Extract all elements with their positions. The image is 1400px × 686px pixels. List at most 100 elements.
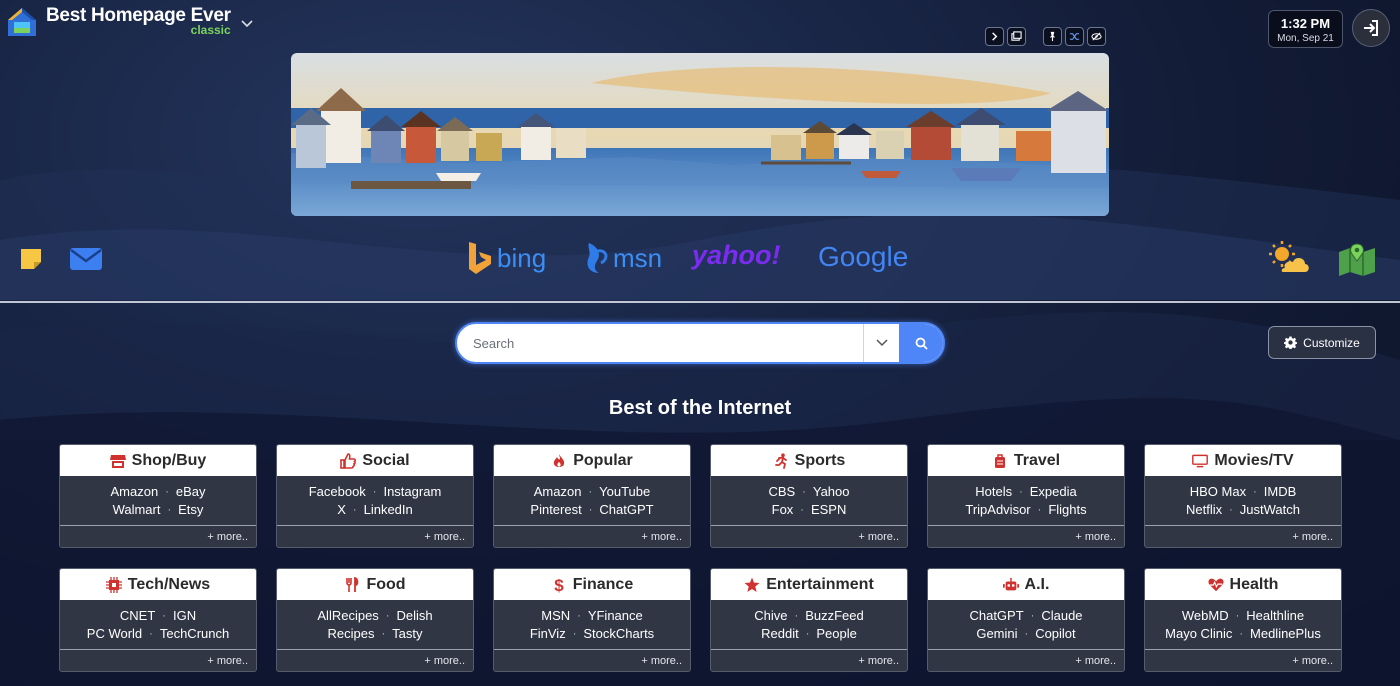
category-header[interactable]: A.I. <box>928 569 1124 600</box>
engine-yahoo[interactable]: yahoo! <box>692 240 781 271</box>
category-header[interactable]: Health <box>1145 569 1341 600</box>
site-link[interactable]: MedlinePlus <box>1250 626 1321 641</box>
engine-bing[interactable]: bing <box>467 241 546 275</box>
site-link[interactable]: HBO Max <box>1190 484 1246 499</box>
site-link[interactable]: Walmart <box>113 502 161 517</box>
search-button[interactable] <box>899 324 943 362</box>
site-link[interactable]: ChatGPT <box>599 502 653 517</box>
site-link[interactable]: Facebook <box>309 484 366 499</box>
site-link[interactable]: Claude <box>1041 608 1082 623</box>
category-header[interactable]: Food <box>277 569 473 600</box>
login-button[interactable] <box>1352 9 1390 47</box>
site-link[interactable]: WebMD <box>1182 608 1229 623</box>
site-link[interactable]: Healthline <box>1246 608 1304 623</box>
site-link[interactable]: FinViz <box>530 626 566 641</box>
link-row: PC World · TechCrunch <box>87 626 229 641</box>
more-link[interactable]: + more.. <box>928 525 1124 547</box>
shuffle-button[interactable] <box>1065 27 1084 46</box>
site-link[interactable]: CNET <box>120 608 155 623</box>
more-link[interactable]: + more.. <box>928 649 1124 671</box>
next-image-button[interactable] <box>985 27 1004 46</box>
site-link[interactable]: TripAdvisor <box>965 502 1030 517</box>
site-link[interactable]: Delish <box>396 608 432 623</box>
notes-button[interactable] <box>17 245 45 273</box>
site-logo[interactable]: Best Homepage Ever classic <box>6 6 253 38</box>
search-engine-dropdown[interactable] <box>863 324 899 362</box>
site-link[interactable]: Etsy <box>178 502 203 517</box>
section-title: Best of the Internet <box>608 397 792 419</box>
site-link[interactable]: IMDB <box>1264 484 1297 499</box>
category-header[interactable]: Sports <box>711 445 907 476</box>
category-header[interactable]: Travel <box>928 445 1124 476</box>
site-link[interactable]: Instagram <box>383 484 441 499</box>
category-header[interactable]: $ Finance <box>494 569 690 600</box>
search-input[interactable] <box>457 324 863 362</box>
site-link[interactable]: MSN <box>541 608 570 623</box>
site-link[interactable]: Expedia <box>1030 484 1077 499</box>
pin-button[interactable] <box>1043 27 1062 46</box>
category-header[interactable]: Social <box>277 445 473 476</box>
site-link[interactable]: Pinterest <box>530 502 581 517</box>
site-link[interactable]: People <box>816 626 856 641</box>
more-link[interactable]: + more.. <box>277 649 473 671</box>
site-link[interactable]: IGN <box>173 608 196 623</box>
more-link[interactable]: + more.. <box>1145 525 1341 547</box>
site-link[interactable]: Amazon <box>110 484 158 499</box>
more-link[interactable]: + more.. <box>711 525 907 547</box>
more-link[interactable]: + more.. <box>60 525 256 547</box>
site-link[interactable]: PC World <box>87 626 142 641</box>
site-link[interactable]: AllRecipes <box>317 608 378 623</box>
site-link[interactable]: Copilot <box>1035 626 1075 641</box>
site-link[interactable]: Chive <box>754 608 787 623</box>
site-link[interactable]: YouTube <box>599 484 650 499</box>
site-link[interactable]: StockCharts <box>583 626 654 641</box>
link-row: Hotels · Expedia <box>975 484 1077 499</box>
mail-button[interactable] <box>68 245 104 273</box>
site-link[interactable]: Yahoo <box>813 484 850 499</box>
site-link[interactable]: Fox <box>772 502 794 517</box>
shuffle-icon <box>1069 33 1080 40</box>
more-link[interactable]: + more.. <box>1145 649 1341 671</box>
category-header[interactable]: Tech/News <box>60 569 256 600</box>
chevron-down-icon[interactable] <box>241 20 253 28</box>
more-link[interactable]: + more.. <box>494 525 690 547</box>
hide-button[interactable] <box>1087 27 1106 46</box>
site-link[interactable]: Netflix <box>1186 502 1222 517</box>
site-link[interactable]: TechCrunch <box>160 626 229 641</box>
category-header[interactable]: Shop/Buy <box>60 445 256 476</box>
category-header[interactable]: Entertainment <box>711 569 907 600</box>
gallery-button[interactable] <box>1007 27 1026 46</box>
site-link[interactable]: LinkedIn <box>364 502 413 517</box>
site-link[interactable]: Tasty <box>392 626 422 641</box>
category-header[interactable]: Movies/TV <box>1145 445 1341 476</box>
site-link[interactable]: Gemini <box>976 626 1017 641</box>
site-link[interactable]: X <box>337 502 346 517</box>
engine-msn[interactable]: msn <box>585 241 662 275</box>
site-link[interactable]: JustWatch <box>1240 502 1300 517</box>
engine-google[interactable]: Google <box>818 241 908 273</box>
category-card-health: Health WebMD · Healthline Mayo Clinic · Medlin… <box>1144 568 1342 672</box>
customize-label: Customize <box>1303 335 1360 350</box>
site-link[interactable]: CBS <box>768 484 795 499</box>
site-link[interactable]: Hotels <box>975 484 1012 499</box>
category-title: Food <box>366 575 406 593</box>
customize-button[interactable]: Customize <box>1268 326 1376 359</box>
site-link[interactable]: Flights <box>1048 502 1086 517</box>
more-link[interactable]: + more.. <box>277 525 473 547</box>
more-link[interactable]: + more.. <box>711 649 907 671</box>
site-link[interactable]: Mayo Clinic <box>1165 626 1232 641</box>
maps-button[interactable] <box>1337 242 1377 276</box>
site-link[interactable]: YFinance <box>588 608 643 623</box>
site-link[interactable]: ChatGPT <box>969 608 1023 623</box>
site-link[interactable]: Recipes <box>328 626 375 641</box>
category-header[interactable]: Popular <box>494 445 690 476</box>
more-link[interactable]: + more.. <box>60 649 256 671</box>
site-link[interactable]: Amazon <box>534 484 582 499</box>
more-link[interactable]: + more.. <box>494 649 690 671</box>
site-link[interactable]: BuzzFeed <box>805 608 864 623</box>
weather-button[interactable] <box>1267 240 1311 276</box>
site-link[interactable]: eBay <box>176 484 206 499</box>
site-link[interactable]: ESPN <box>811 502 846 517</box>
site-link[interactable]: Reddit <box>761 626 799 641</box>
chevron-right-icon <box>992 32 998 41</box>
